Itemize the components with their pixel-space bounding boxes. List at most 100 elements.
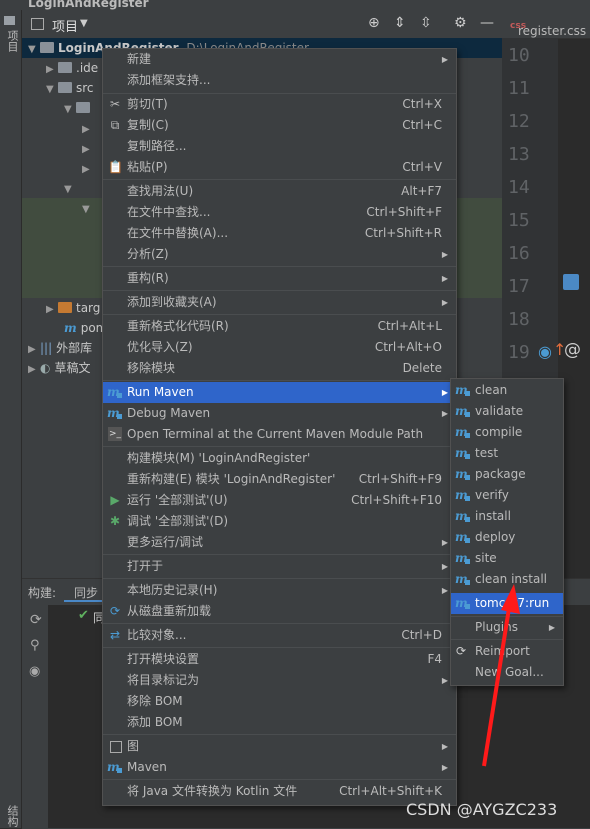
chevron-right-icon[interactable]: ▶ [28, 340, 40, 360]
submenu-item-test[interactable]: m test [451, 443, 563, 464]
eye-icon[interactable]: ◉ [29, 664, 40, 679]
menu-item-diagrams[interactable]: 图 ▶ [103, 736, 456, 757]
override-up-icon[interactable]: ◉ [538, 342, 552, 361]
gear-icon[interactable]: ⚙ [454, 15, 467, 31]
menu-item-reload-from-disk[interactable]: ⟳ 从磁盘重新加载 [103, 601, 456, 622]
submenu-item-compile[interactable]: m compile [451, 422, 563, 443]
chevron-down-icon[interactable]: ▼ [64, 100, 76, 120]
menu-item-open-in[interactable]: 打开于 ▶ [103, 556, 456, 577]
submenu-item-site[interactable]: m site [451, 548, 563, 569]
editor-tab[interactable]: css register.css [502, 10, 590, 39]
menu-item-add-bom[interactable]: 添加 BOM [103, 712, 456, 733]
paste-icon: 📋 [108, 160, 123, 174]
folder-icon [58, 302, 72, 313]
tree-item[interactable]: ▼ [64, 98, 94, 118]
menu-item-copy-path[interactable]: 复制路径... [103, 136, 456, 157]
menu-item-compare-with[interactable]: ⇄ 比较对象... Ctrl+D [103, 625, 456, 646]
menu-item-maven[interactable]: m Maven ▶ [103, 757, 456, 778]
menu-separator [103, 554, 456, 555]
chevron-down-icon[interactable]: ▼ [46, 80, 58, 100]
menu-item-add-to-favorites[interactable]: 添加到收藏夹(A) ▶ [103, 292, 456, 313]
submenu-item-validate[interactable]: m validate [451, 401, 563, 422]
tree-item[interactable]: ▶ ||| 外部库 [28, 338, 92, 358]
menu-item-find-in-files[interactable]: 在文件中查找... Ctrl+Shift+F [103, 202, 456, 223]
chevron-down-icon[interactable]: ▼ [82, 200, 94, 220]
submenu-item-install[interactable]: m install [451, 506, 563, 527]
menu-item-debug-maven[interactable]: m Debug Maven ▶ [103, 403, 456, 424]
menu-item-run-all-tests[interactable]: ▶ 运行 '全部测试'(U) Ctrl+Shift+F10 [103, 490, 456, 511]
menu-item-open-terminal[interactable]: >_ Open Terminal at the Current Maven Mod… [103, 424, 456, 445]
tree-item[interactable]: ▶ ◐ 草稿文 [28, 358, 91, 378]
chevron-right-icon[interactable]: ▶ [82, 120, 94, 140]
submenu-item-verify[interactable]: m verify [451, 485, 563, 506]
menu-item-local-history[interactable]: 本地历史记录(H) ▶ [103, 580, 456, 601]
menu-separator [103, 734, 456, 735]
chevron-right-icon[interactable]: ▶ [82, 140, 94, 160]
menu-item-cut[interactable]: ✂ 剪切(T) Ctrl+X [103, 94, 456, 115]
menu-item-add-framework[interactable]: 添加框架支持... [103, 70, 456, 91]
pin-icon[interactable]: ⚲ [30, 638, 40, 653]
menu-item-analyze[interactable]: 分析(Z) ▶ [103, 244, 456, 265]
chevron-down-icon[interactable]: ▼ [80, 18, 88, 29]
submenu-item-clean[interactable]: m clean [451, 380, 563, 401]
tree-item[interactable]: ▶ [82, 118, 94, 138]
submenu-item-package[interactable]: m package [451, 464, 563, 485]
tree-item[interactable]: ▶ [82, 138, 94, 158]
tab-sync[interactable]: 同步 [74, 584, 98, 601]
menu-separator [103, 623, 456, 624]
menu-item-run-maven[interactable]: m Run Maven ▶ [103, 382, 456, 403]
menu-separator [103, 578, 456, 579]
window-title-bar: LoginAndRegister [0, 0, 590, 10]
menu-item-mark-directory-as[interactable]: 将目录标记为 ▶ [103, 670, 456, 691]
line-number: 10 [508, 45, 530, 66]
maven-icon: m [455, 488, 470, 502]
tree-item[interactable]: ▼ src [46, 78, 94, 98]
tree-item[interactable]: ▼ [82, 198, 94, 218]
tree-item[interactable]: ▶ .ide [46, 58, 98, 78]
menu-item-copy[interactable]: ⧉ 复制(C) Ctrl+C [103, 115, 456, 136]
menu-item-remove-module[interactable]: 移除模块 Delete [103, 358, 456, 379]
maven-icon: m [455, 572, 470, 586]
tree-item[interactable]: m pom [64, 318, 107, 338]
menu-item-refactor[interactable]: 重构(R) ▶ [103, 268, 456, 289]
menu-item-reformat-code[interactable]: 重新格式化代码(R) Ctrl+Alt+L [103, 316, 456, 337]
submenu-arrow-icon: ▶ [441, 55, 448, 64]
structure-tool-tab[interactable]: 结构 [4, 805, 20, 827]
menu-item-optimize-imports[interactable]: 优化导入(Z) Ctrl+Alt+O [103, 337, 456, 358]
menu-item-debug-all-tests[interactable]: ✱ 调试 '全部测试'(D) [103, 511, 456, 532]
menu-item-build-module[interactable]: 构建模块(M) 'LoginAndRegister' [103, 448, 456, 469]
refresh-icon[interactable]: ⟳ [30, 612, 42, 628]
menu-item-convert-to-kotlin[interactable]: 将 Java 文件转换为 Kotlin 文件 Ctrl+Alt+Shift+K [103, 781, 456, 802]
project-tool-tab[interactable]: 项目 [4, 30, 20, 52]
minimize-icon[interactable]: — [480, 15, 494, 31]
chevron-right-icon[interactable]: ▶ [28, 360, 40, 380]
submenu-arrow-icon: ▶ [441, 742, 448, 751]
expand-all-icon[interactable]: ⇕ [394, 15, 406, 31]
collapse-all-icon[interactable]: ⇳ [420, 15, 432, 31]
menu-item-find-usages[interactable]: 查找用法(U) Alt+F7 [103, 181, 456, 202]
menu-item-paste[interactable]: 📋 粘贴(P) Ctrl+V [103, 157, 456, 178]
menu-item-new[interactable]: 新建 ▶ [103, 49, 456, 70]
menu-item-rebuild-module[interactable]: 重新构建(E) 模块 'LoginAndRegister' Ctrl+Shift+… [103, 469, 456, 490]
submenu-item-deploy[interactable]: m deploy [451, 527, 563, 548]
tree-item[interactable]: ▶ targ [46, 298, 100, 318]
debug-bug-icon: ✱ [109, 514, 121, 528]
maven-icon: m [64, 321, 77, 335]
chevron-right-icon[interactable]: ▶ [46, 60, 58, 80]
chevron-right-icon[interactable]: ▶ [46, 300, 58, 320]
build-panel-title: 构建: [28, 586, 57, 600]
menu-separator [103, 266, 456, 267]
web-resource-icon[interactable] [563, 274, 579, 290]
line-number: 15 [508, 210, 530, 231]
annotation-icon[interactable]: @ [564, 340, 581, 360]
chevron-down-icon[interactable]: ▼ [28, 40, 40, 60]
menu-item-more-run-debug[interactable]: 更多运行/调试 ▶ [103, 532, 456, 553]
menu-item-replace-in-files[interactable]: 在文件中替换(A)... Ctrl+Shift+R [103, 223, 456, 244]
menu-item-remove-bom[interactable]: 移除 BOM [103, 691, 456, 712]
chevron-right-icon[interactable]: ▶ [82, 160, 94, 180]
tree-item[interactable]: ▶ [82, 158, 94, 178]
locate-target-icon[interactable]: ⊕ [368, 15, 380, 31]
menu-item-module-settings[interactable]: 打开模块设置 F4 [103, 649, 456, 670]
chevron-down-icon[interactable]: ▼ [64, 180, 76, 200]
tree-item[interactable]: ▼ [64, 178, 76, 198]
